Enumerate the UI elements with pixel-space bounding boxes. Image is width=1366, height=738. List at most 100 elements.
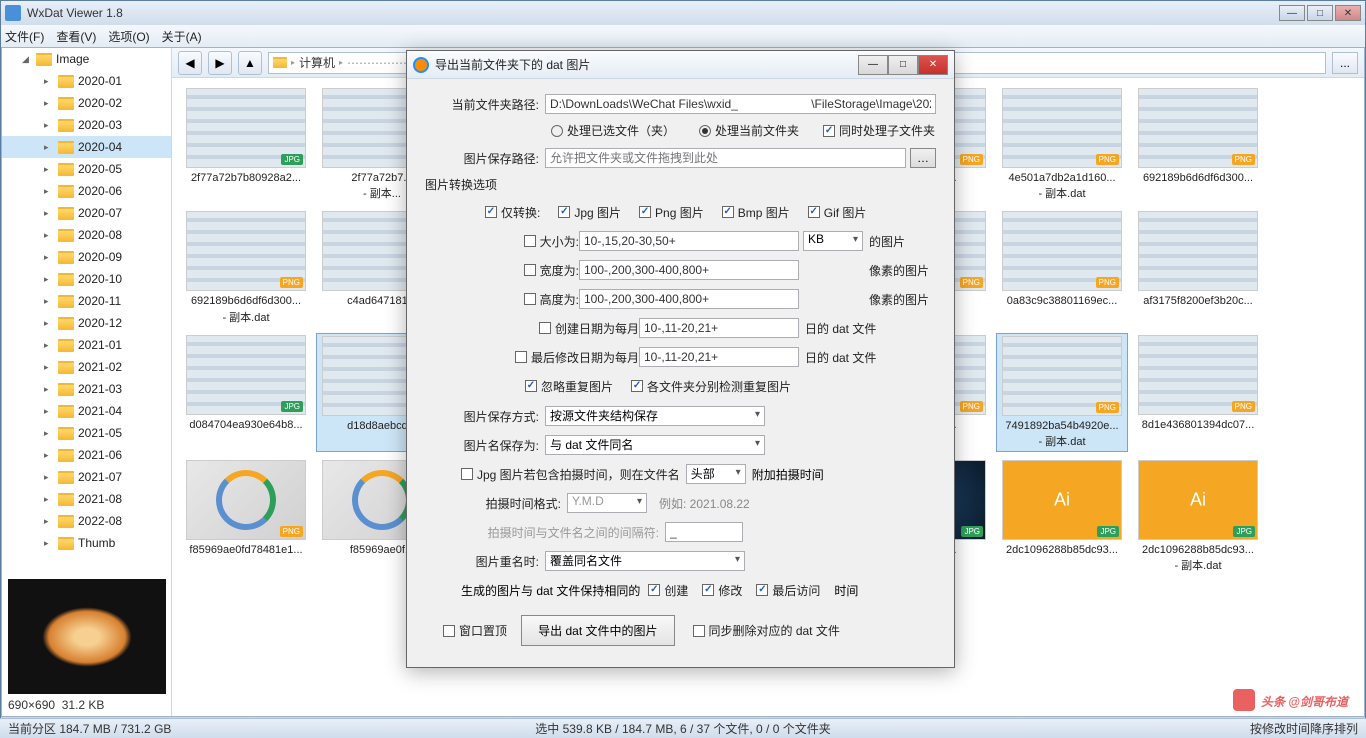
check-png[interactable]: Png 图片 <box>639 204 704 221</box>
save-method-select[interactable]: 按源文件夹结构保存 <box>545 406 765 426</box>
check-create-date[interactable]: 创建日期为每月 <box>485 320 639 337</box>
file-thumb[interactable]: JPG2f77a72b7b80928a2... <box>180 86 312 203</box>
dialog-minimize-button[interactable]: — <box>858 55 888 75</box>
tree-folder[interactable]: ▸2021-04 <box>2 400 171 422</box>
modify-date-input[interactable] <box>639 347 799 367</box>
menu-about[interactable]: 关于(A) <box>162 28 202 45</box>
tree-folder[interactable]: ▸Thumb <box>2 532 171 554</box>
check-subfolders[interactable]: 同时处理子文件夹 <box>823 122 935 139</box>
dialog-titlebar[interactable]: 导出当前文件夹下的 dat 图片 — □ ✕ <box>407 51 954 79</box>
file-thumb[interactable]: PNG692189b6d6df6d300...- 副本.dat <box>180 209 312 326</box>
tree-folder[interactable]: ▸2020-03 <box>2 114 171 136</box>
save-path-input[interactable] <box>545 148 906 168</box>
file-thumb[interactable]: PNG0a83c9c38801169ec... <box>996 209 1128 326</box>
tree-folder[interactable]: ▸2021-07 <box>2 466 171 488</box>
tree-folder[interactable]: ▸2020-09 <box>2 246 171 268</box>
expand-icon[interactable]: ▸ <box>44 494 54 505</box>
expand-icon[interactable]: ▸ <box>44 516 54 527</box>
expand-icon[interactable]: ▸ <box>44 340 54 351</box>
export-button[interactable]: 导出 dat 文件中的图片 <box>521 615 674 646</box>
file-thumb[interactable]: PNG692189b6d6df6d300... <box>1132 86 1264 203</box>
save-name-select[interactable]: 与 dat 文件同名 <box>545 435 765 455</box>
dialog-maximize-button[interactable]: □ <box>888 55 918 75</box>
expand-icon[interactable]: ▸ <box>44 318 54 329</box>
check-gif[interactable]: Gif 图片 <box>808 204 867 221</box>
expand-icon[interactable]: ▸ <box>44 120 54 131</box>
menu-options[interactable]: 选项(O) <box>108 28 149 45</box>
tree-folder[interactable]: ▸2020-10 <box>2 268 171 290</box>
size-input[interactable] <box>579 231 799 251</box>
expand-icon[interactable]: ▸ <box>44 472 54 483</box>
check-detect-per-folder[interactable]: 各文件夹分别检测重复图片 <box>631 378 791 395</box>
check-jpg[interactable]: Jpg 图片 <box>558 204 621 221</box>
expand-icon[interactable]: ▸ <box>44 76 54 87</box>
file-thumb[interactable]: PNG7491892ba54b4920e...- 副本.dat <box>996 333 1128 452</box>
expand-icon[interactable]: ▸ <box>44 296 54 307</box>
expand-icon[interactable]: ▸ <box>44 428 54 439</box>
expand-icon[interactable]: ▸ <box>44 384 54 395</box>
check-only-convert[interactable]: 仅转换: <box>485 204 540 221</box>
path-input[interactable] <box>545 94 936 114</box>
check-modify-date[interactable]: 最后修改日期为每月 <box>485 349 639 366</box>
check-keep-access[interactable]: 最后访问 <box>756 582 820 599</box>
expand-icon[interactable]: ▸ <box>44 252 54 263</box>
maximize-button[interactable]: □ <box>1307 5 1333 21</box>
back-button[interactable]: ◀ <box>178 51 202 75</box>
check-sync-delete[interactable]: 同步删除对应的 dat 文件 <box>693 622 840 639</box>
expand-icon[interactable]: ▸ <box>44 186 54 197</box>
check-size[interactable]: 大小为: <box>485 233 579 250</box>
create-date-input[interactable] <box>639 318 799 338</box>
expand-icon[interactable]: ▸ <box>44 164 54 175</box>
tree-folder[interactable]: ▸2020-06 <box>2 180 171 202</box>
collapse-icon[interactable]: ◢ <box>22 54 32 65</box>
height-input[interactable] <box>579 289 799 309</box>
tree-folder[interactable]: ▸2021-02 <box>2 356 171 378</box>
width-input[interactable] <box>579 260 799 280</box>
tree-folder[interactable]: ▸2020-08 <box>2 224 171 246</box>
minimize-button[interactable]: — <box>1279 5 1305 21</box>
crumb-computer[interactable]: 计算机 <box>299 54 335 71</box>
tree-folder[interactable]: ▸2021-06 <box>2 444 171 466</box>
file-thumb[interactable]: JPGd084704ea930e64b8... <box>180 333 312 452</box>
menu-view[interactable]: 查看(V) <box>56 28 96 45</box>
rename-select[interactable]: 覆盖同名文件 <box>545 551 745 571</box>
file-thumb[interactable]: PNG4e501a7db2a1d160...- 副本.dat <box>996 86 1128 203</box>
tree-folder[interactable]: ▸2020-07 <box>2 202 171 224</box>
file-thumb[interactable]: PNGf85969ae0fd78481e1... <box>180 458 312 575</box>
tree-folder[interactable]: ▸2020-04 <box>2 136 171 158</box>
size-unit-select[interactable]: KB <box>803 231 863 251</box>
tree-folder[interactable]: ▸2020-12 <box>2 312 171 334</box>
check-pin-top[interactable]: 窗口置顶 <box>443 622 507 639</box>
expand-icon[interactable]: ▸ <box>44 406 54 417</box>
expand-icon[interactable]: ▸ <box>44 538 54 549</box>
check-ignore-dup[interactable]: 忽略重复图片 <box>525 378 613 395</box>
forward-button[interactable]: ▶ <box>208 51 232 75</box>
check-jpg-time[interactable]: Jpg 图片若包含拍摄时间，则在文件名 <box>461 466 680 483</box>
tree-folder[interactable]: ▸2021-03 <box>2 378 171 400</box>
check-keep-create[interactable]: 创建 <box>648 582 688 599</box>
expand-icon[interactable]: ▸ <box>44 98 54 109</box>
more-button[interactable]: ... <box>1332 52 1358 74</box>
check-height[interactable]: 高度为: <box>485 291 579 308</box>
browse-button[interactable]: … <box>910 148 936 168</box>
check-keep-modify[interactable]: 修改 <box>702 582 742 599</box>
tree-folder[interactable]: ▸2022-08 <box>2 510 171 532</box>
tree-folder[interactable]: ▸2020-01 <box>2 70 171 92</box>
tree-folder[interactable]: ▸2020-02 <box>2 92 171 114</box>
tree-folder[interactable]: ▸2020-05 <box>2 158 171 180</box>
menu-file[interactable]: 文件(F) <box>5 28 44 45</box>
tree-folder[interactable]: ▸2021-01 <box>2 334 171 356</box>
expand-icon[interactable]: ▸ <box>44 450 54 461</box>
expand-icon[interactable]: ▸ <box>44 230 54 241</box>
dialog-close-button[interactable]: ✕ <box>918 55 948 75</box>
jpg-pos-select[interactable]: 头部 <box>686 464 746 484</box>
tree-folder[interactable]: ▸2021-05 <box>2 422 171 444</box>
tree-root[interactable]: ◢ Image <box>2 48 171 70</box>
tree-folder[interactable]: ▸2021-08 <box>2 488 171 510</box>
titlebar[interactable]: WxDat Viewer 1.8 — □ ✕ <box>1 1 1365 25</box>
file-thumb[interactable]: af3175f8200ef3b20c... <box>1132 209 1264 326</box>
expand-icon[interactable]: ▸ <box>44 362 54 373</box>
up-button[interactable]: ▲ <box>238 51 262 75</box>
expand-icon[interactable]: ▸ <box>44 208 54 219</box>
expand-icon[interactable]: ▸ <box>44 142 54 153</box>
